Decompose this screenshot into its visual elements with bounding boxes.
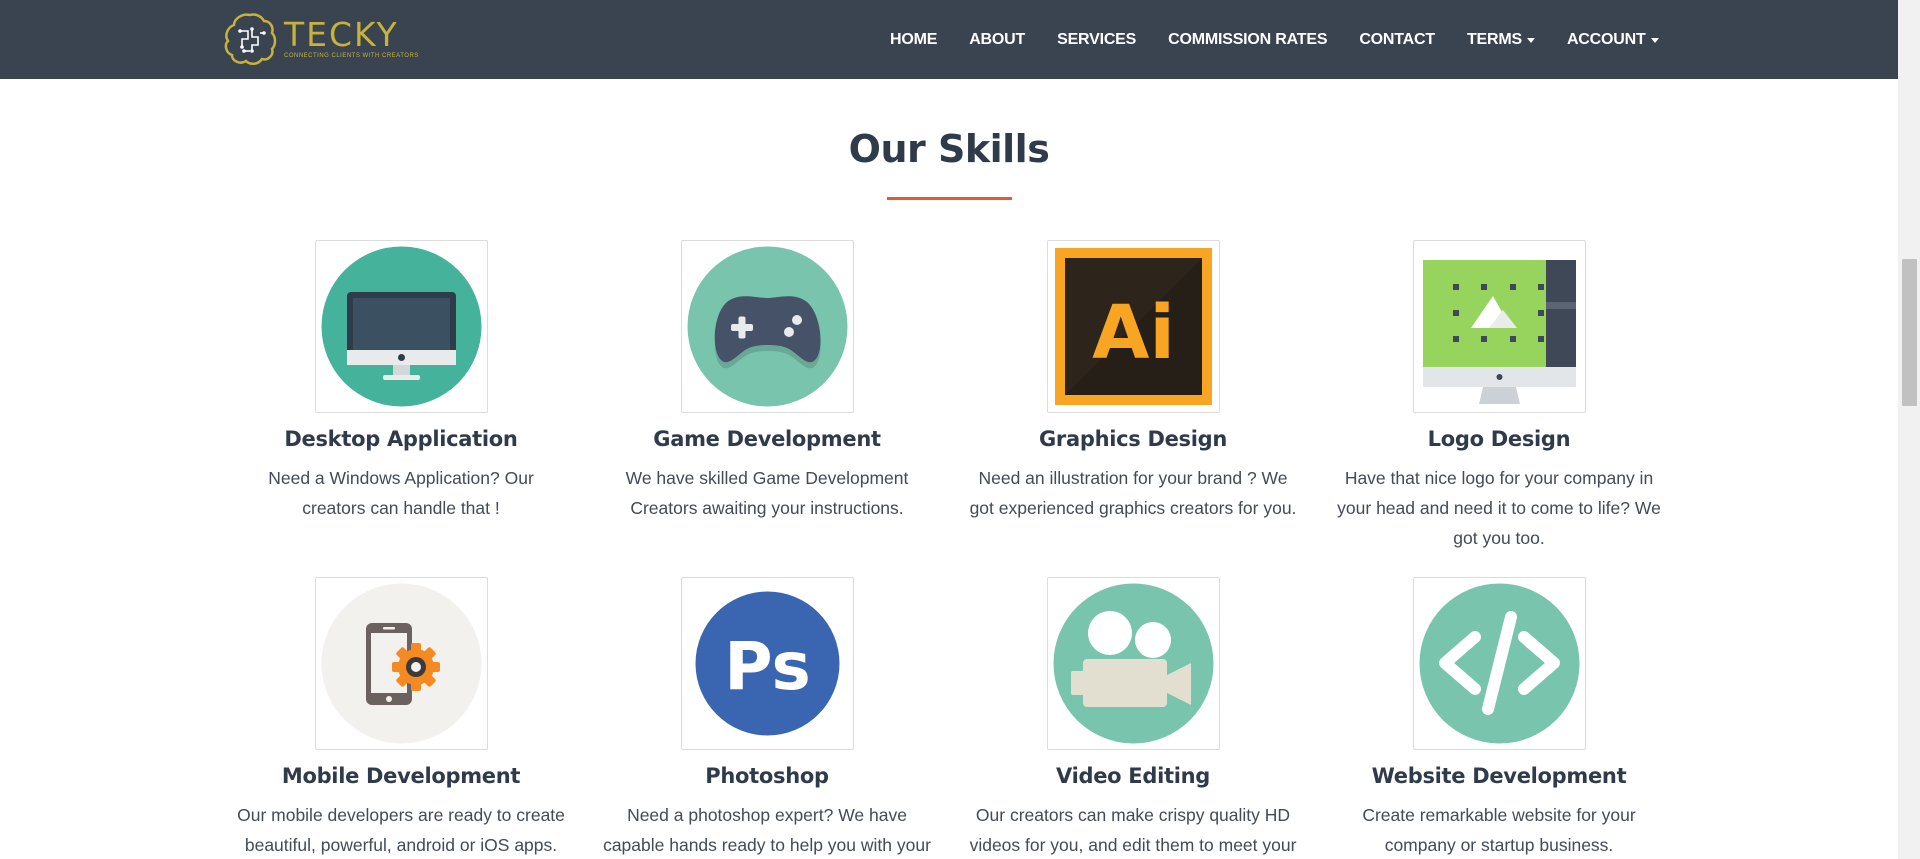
skill-title: Website Development [1371,764,1627,788]
caret-down-icon [1526,38,1535,43]
nav-services-label: SERVICES [1057,30,1137,48]
skill-card-desktop-application: Desktop Application Need a Windows Appli… [218,240,584,523]
skill-description: Need an illustration for your brand ? We… [969,468,1297,518]
caret-down-icon [1650,38,1659,43]
skill-description: We have skilled Game Development Creator… [625,468,909,518]
ps-glyph: Ps [724,628,811,705]
skill-card-photoshop: Ps Photoshop Need a photoshop expert? We… [584,577,950,859]
skill-title: Game Development [653,427,881,451]
nav-account-label: ACCOUNT [1566,30,1646,48]
nav-commission-rates[interactable]: COMMISSION RATES [1168,31,1327,49]
nav-contact[interactable]: CONTACT [1359,31,1435,49]
brand-logo[interactable]: TECKY CONNECTING CLIENTS WITH CREATORS [222,8,419,70]
skill-card-game-development: Game Development We have skilled Game De… [584,240,950,523]
skill-title: Desktop Application [284,427,518,451]
nav-terms-dropdown[interactable]: TERMS [1467,31,1535,49]
skill-description: Need a photoshop expert? We have capable… [603,805,931,855]
brand-text: TECKY CONNECTING CLIENTS WITH CREATORS [284,18,419,60]
main-nav: HOME ABOUT SERVICES COMMISSION RATES CON… [890,0,1691,79]
nav-about-label: ABOUT [969,30,1026,48]
nav-home[interactable]: HOME [890,31,937,49]
desktop-monitor-icon [321,246,481,407]
skill-description: Need a Windows Application? Our creators… [268,468,534,518]
nav-home-label: HOME [890,30,938,48]
title-underline [887,197,1012,200]
skill-icon-frame [680,240,854,413]
skill-title: Logo Design [1427,427,1571,451]
nav-terms-label: TERMS [1466,30,1522,48]
code-brackets-icon [1419,583,1579,744]
skill-icon-frame [1046,577,1220,750]
brand-tagline: CONNECTING CLIENTS WITH CREATORS [284,53,419,59]
section-title: Our Skills [848,127,1050,171]
nav-services[interactable]: SERVICES [1057,31,1136,49]
skill-icon-frame: Ps [680,577,854,750]
nav-contact-label: CONTACT [1359,30,1435,48]
photoshop-ps-icon: Ps [695,591,839,736]
mobile-gear-icon [321,583,481,744]
nav-account-dropdown[interactable]: ACCOUNT [1567,31,1659,49]
skill-title: Photoshop [705,764,829,788]
skill-title: Graphics Design [1038,427,1228,451]
page-scrollbar-track[interactable] [1898,0,1920,859]
illustrator-ai-icon: Ai [1054,248,1212,405]
skill-description: Our mobile developers are ready to creat… [237,805,565,855]
skill-card-video-editing: Video Editing Our creators can make cris… [950,577,1316,859]
skill-card-website-development: Website Development Create remarkable we… [1316,577,1682,859]
skill-icon-frame [314,240,488,413]
skill-description: Create remarkable website for your compa… [1362,805,1636,855]
skill-card-graphics-design: Ai Graphics Design Need an illustration … [950,240,1316,523]
skill-icon-frame [314,577,488,750]
nav-commission-rates-label: COMMISSION RATES [1168,30,1328,48]
circuit-brain-logo-icon [224,13,277,65]
brand-name: TECKY [284,15,399,54]
skill-description: Have that nice logo for your company in … [1337,468,1661,548]
skill-card-mobile-development: Mobile Development Our mobile developers… [218,577,584,859]
video-camera-icon [1053,583,1213,744]
skill-title: Video Editing [1056,764,1210,788]
skill-description: Our creators can make crispy quality HD … [969,805,1297,855]
top-navbar: TECKY CONNECTING CLIENTS WITH CREATORS H… [0,0,1898,79]
gamepad-icon [687,246,847,407]
skill-icon-frame [1412,240,1586,413]
skill-icon-frame: Ai [1046,240,1220,413]
nav-about[interactable]: ABOUT [969,31,1025,49]
skill-title: Mobile Development [281,764,521,788]
ai-glyph: Ai [1092,290,1175,376]
logo-design-monitor-icon [1422,260,1576,404]
skill-icon-frame [1412,577,1586,750]
skill-card-logo-design: Logo Design Have that nice logo for your… [1316,240,1682,553]
page-scrollbar-thumb[interactable] [1902,259,1917,406]
